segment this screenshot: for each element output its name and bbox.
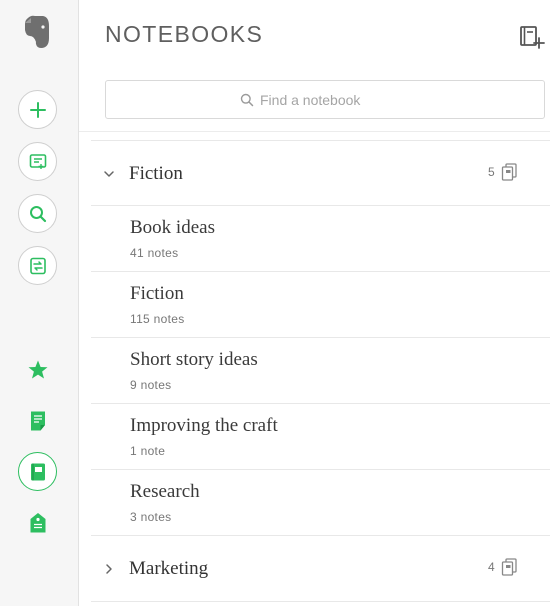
star-icon	[28, 360, 47, 378]
notebook-note-count: 115 notes	[130, 312, 185, 326]
notebook-item[interactable]: Book ideas 41 notes	[91, 206, 550, 272]
notebook-stack-icon	[501, 163, 517, 181]
notebook-note-count: 1 note	[130, 444, 166, 458]
stack-header-marketing[interactable]: Marketing 4	[91, 536, 550, 602]
notebook-name: Improving the craft	[130, 415, 278, 436]
stack-name: Marketing	[129, 558, 209, 579]
notebook-item[interactable]: Research 3 notes	[91, 470, 550, 536]
notebook-name: Book ideas	[130, 217, 215, 238]
stack-name: Fiction	[129, 163, 183, 184]
notebook-note-count: 9 notes	[130, 378, 172, 392]
divider	[79, 131, 550, 132]
search-icon	[29, 205, 46, 222]
search-icon	[240, 93, 254, 106]
notebook-icon	[30, 463, 45, 480]
switch-icon	[29, 257, 46, 274]
search-box	[105, 80, 545, 119]
work-chat-button[interactable]	[18, 142, 57, 181]
notebook-note-count: 3 notes	[130, 510, 172, 524]
new-chat-icon	[29, 153, 46, 169]
stack-notebook-count: 4	[488, 560, 495, 574]
page-title: NOTEBOOKS	[105, 21, 264, 47]
evernote-logo-icon[interactable]	[22, 14, 52, 50]
search-input[interactable]	[260, 91, 410, 108]
notebook-item[interactable]: Short story ideas 9 notes	[91, 338, 550, 404]
new-notebook-icon	[520, 26, 545, 49]
stack-notebook-count: 5	[488, 165, 495, 179]
shortcuts-button[interactable]	[22, 354, 53, 385]
plus-icon	[29, 101, 46, 118]
tag-icon	[30, 512, 45, 532]
chevron-down-icon[interactable]	[103, 168, 115, 180]
notebook-item[interactable]: Fiction 115 notes	[91, 272, 550, 338]
notebook-name: Research	[130, 481, 200, 502]
notebook-list: Fiction 5 Book ideas 41 notes Fiction 11…	[91, 140, 550, 602]
stack-header-fiction[interactable]: Fiction 5	[91, 140, 550, 206]
notebooks-panel: NOTEBOOKS Fiction 5	[79, 0, 550, 606]
chevron-right-icon[interactable]	[103, 563, 115, 575]
new-note-button[interactable]	[18, 90, 57, 129]
new-notebook-button[interactable]	[518, 24, 546, 50]
tags-button[interactable]	[22, 507, 53, 538]
sidebar-rail	[0, 0, 79, 606]
notebook-stack-icon	[501, 558, 517, 576]
notebook-item[interactable]: Improving the craft 1 note	[91, 404, 550, 470]
search-button[interactable]	[18, 194, 57, 233]
notebooks-button[interactable]	[18, 452, 57, 491]
notebook-note-count: 41 notes	[130, 246, 179, 260]
notebook-name: Short story ideas	[130, 349, 258, 370]
switch-button[interactable]	[18, 246, 57, 285]
notes-icon	[30, 411, 45, 430]
notes-button[interactable]	[22, 405, 53, 436]
notebook-name: Fiction	[130, 283, 184, 304]
